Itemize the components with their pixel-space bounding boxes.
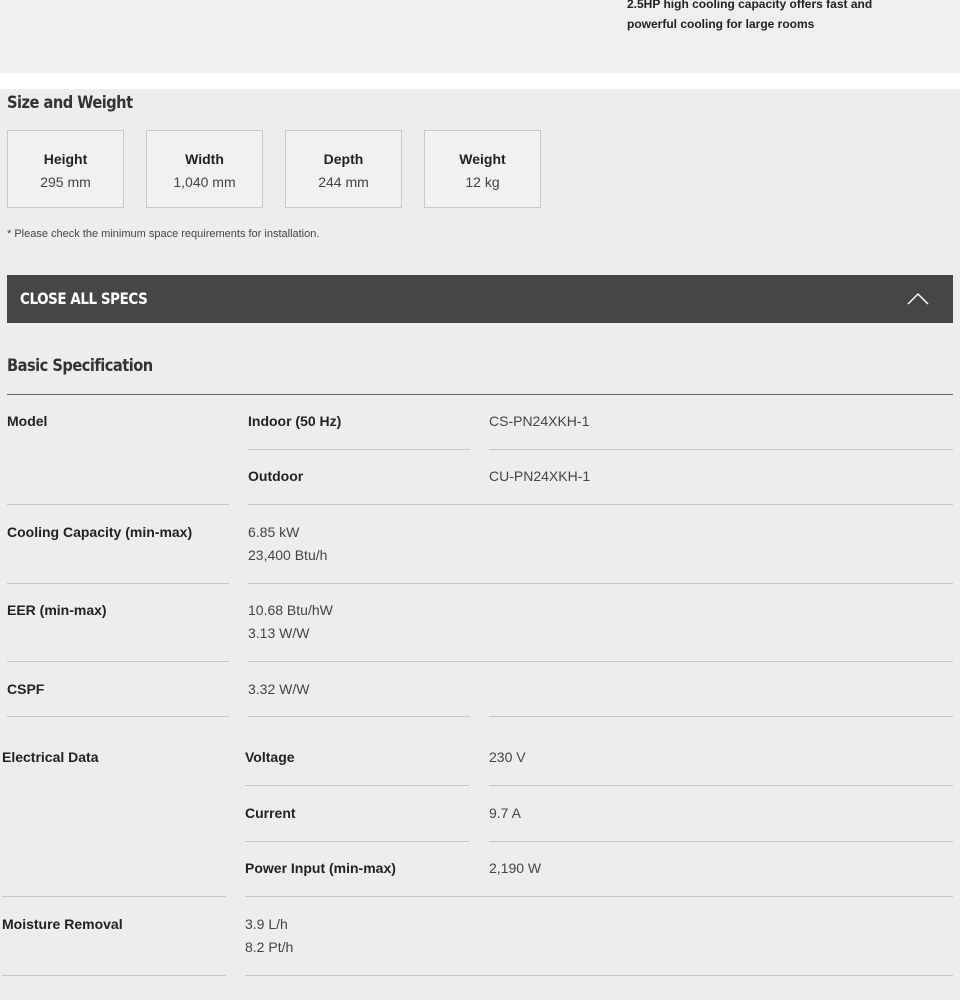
spec-label-electrical: Electrical Data (2, 749, 99, 765)
row-divider (489, 716, 953, 717)
basic-specification-heading: Basic Specification (7, 356, 153, 376)
dimension-card-weight: Weight 12 kg (424, 130, 541, 208)
spec-value-indoor: CS-PN24XKH-1 (489, 413, 590, 429)
row-divider (245, 975, 953, 976)
row-divider (7, 583, 229, 584)
spec-sublabel-power-input: Power Input (min-max) (245, 860, 396, 876)
row-divider (7, 504, 229, 505)
spec-sublabel-voltage: Voltage (245, 749, 295, 765)
spec-value-voltage: 230 V (489, 749, 526, 765)
row-divider (7, 716, 229, 717)
row-divider (248, 716, 470, 717)
row-divider (2, 896, 226, 897)
size-weight-heading: Size and Weight (7, 93, 133, 113)
dimension-card-depth: Depth 244 mm (285, 130, 402, 208)
spec-label-moisture-removal: Moisture Removal (2, 916, 123, 932)
row-divider (248, 661, 953, 662)
row-divider (489, 785, 953, 786)
row-divider (489, 449, 953, 450)
product-banner: 2.5HP high cooling capacity offers fast … (0, 0, 960, 73)
row-divider (2, 975, 226, 976)
row-divider (245, 785, 469, 786)
spec-label-eer: EER (min-max) (7, 602, 107, 618)
spec-value-moisture-lh: 3.9 L/h (245, 916, 288, 932)
dimension-label: Height (43, 151, 88, 167)
row-divider (248, 504, 953, 505)
dimension-label: Depth (323, 151, 364, 167)
spec-sublabel-current: Current (245, 805, 296, 821)
row-divider (7, 661, 229, 662)
spec-value-moisture-pth: 8.2 Pt/h (245, 939, 294, 955)
section-divider (0, 73, 960, 89)
installation-note: * Please check the minimum space require… (7, 228, 320, 240)
spec-value-cooling-btu: 23,400 Btu/h (248, 547, 328, 563)
spec-value-current: 9.7 A (489, 805, 521, 821)
banner-line-1: 2.5HP high cooling capacity offers fast … (627, 0, 873, 11)
dimension-value: 1,040 mm (173, 174, 236, 190)
spec-sublabel-indoor: Indoor (50 Hz) (248, 413, 342, 429)
spec-value-cooling-kw: 6.85 kW (248, 524, 300, 540)
spec-value-eer-btu: 10.68 Btu/hW (248, 602, 333, 618)
banner-description: 2.5HP high cooling capacity offers fast … (627, 0, 927, 34)
spec-value-cspf: 3.32 W/W (248, 681, 310, 697)
dimension-value: 295 mm (40, 174, 91, 190)
row-divider (248, 583, 953, 584)
spec-label-cspf: CSPF (7, 681, 45, 697)
row-divider (245, 841, 469, 842)
close-all-specs-label: CLOSE ALL SPECS (20, 289, 148, 308)
row-divider (245, 896, 953, 897)
row-divider (489, 841, 953, 842)
banner-line-2: powerful cooling for large rooms (627, 17, 815, 31)
dimension-card-height: Height 295 mm (7, 130, 124, 208)
dimension-value: 244 mm (318, 174, 369, 190)
dimension-card-width: Width 1,040 mm (146, 130, 263, 208)
spec-section-background (0, 89, 960, 1000)
spec-label-cooling-capacity: Cooling Capacity (min-max) (7, 524, 193, 540)
close-all-specs-button[interactable]: CLOSE ALL SPECS (7, 275, 953, 323)
dimension-label: Width (185, 151, 224, 167)
dimension-label: Weight (459, 151, 506, 167)
dimension-value: 12 kg (465, 174, 500, 190)
table-top-rule (7, 394, 953, 395)
spec-value-outdoor: CU-PN24XKH-1 (489, 468, 591, 484)
spec-value-power-input: 2,190 W (489, 860, 542, 876)
spec-value-eer-ww: 3.13 W/W (248, 625, 310, 641)
spec-label-model: Model (7, 413, 48, 429)
chevron-up-icon (907, 292, 929, 305)
spec-sublabel-outdoor: Outdoor (248, 468, 304, 484)
row-divider (248, 449, 470, 450)
